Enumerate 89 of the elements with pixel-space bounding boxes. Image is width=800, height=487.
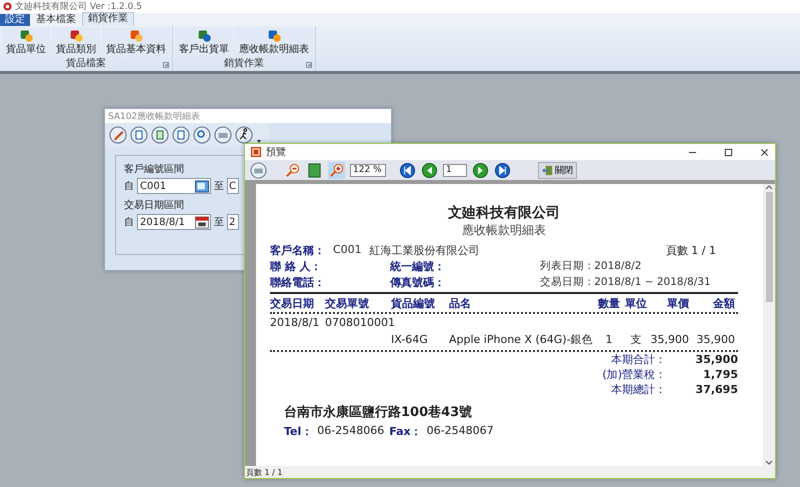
ribbon-button[interactable]: 貨品基本資料 — [102, 27, 170, 57]
close-button[interactable]: 關閉 — [538, 162, 577, 178]
column-header: 品名 — [449, 296, 472, 310]
column-header: 單價 — [666, 296, 689, 310]
info-label: 傳真號碼： — [390, 274, 446, 290]
preview-logo-icon — [251, 147, 261, 157]
ribbon-tab[interactable]: 基本檔案 — [31, 14, 81, 26]
ribbon-button[interactable]: 貨品單位 — [2, 27, 50, 57]
info-label: 聯絡電話： — [270, 274, 326, 290]
info-label: 聯 絡 人： — [270, 258, 323, 274]
to-label: 至 — [214, 216, 224, 229]
table-cell-text: 1 — [604, 333, 614, 346]
report-title: 應收帳款明細表 — [461, 222, 547, 239]
info-value: 交易日期 : 2018/8/1 ~ 2018/8/31 — [540, 275, 711, 289]
total-value: 35,900 — [694, 353, 738, 366]
previous-page-icon[interactable] — [421, 162, 438, 178]
ribbon-icon — [68, 28, 84, 43]
column-header: 數量 — [596, 296, 621, 310]
page-number-field[interactable]: 1 — [443, 164, 467, 176]
ribbon-button[interactable]: 客戶出貨單 — [175, 27, 233, 57]
vertical-scrollbar[interactable] — [763, 184, 775, 466]
zoom-in-icon[interactable] — [328, 162, 345, 178]
contact-label: Tel： — [284, 424, 312, 439]
to-field[interactable]: C — [227, 178, 239, 194]
table-cell-text: 35,900 — [696, 333, 735, 346]
launcher-icon[interactable] — [163, 62, 169, 68]
ribbon-button[interactable]: 貨品類別 — [52, 27, 100, 57]
ribbon-tab[interactable]: 設定 — [0, 14, 30, 26]
contact-value: 06-2548066 — [317, 424, 384, 439]
customer-name: 紅海工業股份有限公司 — [370, 242, 480, 258]
table-cell-text: 35,900 — [650, 333, 689, 346]
total-label: 本期總計： — [610, 382, 666, 397]
total-value: 1,795 — [702, 368, 738, 381]
last-page-icon[interactable] — [494, 162, 511, 178]
ribbon-icon — [128, 28, 144, 43]
table-cell-text: 支 — [630, 332, 642, 347]
range-label: 交易日期區間 — [124, 198, 184, 212]
ribbon-icon — [196, 28, 212, 43]
next-page-icon[interactable] — [472, 162, 489, 178]
window-title: 預覽 — [266, 146, 286, 159]
from-label: 自 — [124, 180, 134, 193]
to-label: 至 — [214, 180, 224, 193]
page-count: 頁數 1 / 1 — [666, 242, 716, 258]
table-cell-text: IX-64G — [391, 333, 429, 346]
total-value: 37,695 — [694, 383, 738, 396]
launcher-icon[interactable] — [306, 62, 312, 68]
scroll-up-icon[interactable] — [765, 184, 773, 190]
column-header: 交易日期 — [270, 296, 315, 310]
column-header: 貨品編號 — [391, 296, 436, 310]
lookup-icon[interactable] — [194, 180, 210, 192]
total-label: 本期合計： — [610, 352, 666, 367]
group-label: 銷貨作業 — [224, 58, 264, 70]
from-label: 自 — [124, 216, 134, 229]
close-icon[interactable] — [760, 148, 769, 156]
column-header: 金額 — [712, 296, 735, 310]
app-title: 文廸科技有限公司 Ver :1.2.0.5 — [15, 0, 142, 12]
column-header: 交易單號 — [325, 296, 370, 310]
address: 台南市永康區鹽行路100巷43號 — [284, 404, 474, 421]
zoom-field[interactable]: 122 % — [350, 164, 386, 176]
column-header: 單位 — [624, 296, 648, 310]
zoom-out-icon[interactable] — [284, 162, 301, 178]
range-label: 客戶編號區間 — [124, 162, 184, 176]
group-label: 貨品檔案 — [66, 58, 106, 70]
table-cell-text: Apple iPhone X (64G)-銀色 — [449, 332, 594, 347]
exit-icon — [542, 164, 553, 176]
ribbon-icon — [266, 28, 282, 43]
scroll-down-icon[interactable] — [765, 460, 773, 466]
dropdown-arrow-icon[interactable] — [256, 138, 262, 144]
maximize-icon[interactable] — [724, 148, 733, 156]
printer-icon[interactable] — [250, 162, 267, 178]
contact-value: 06-2548067 — [426, 424, 494, 439]
ribbon-icon — [18, 28, 34, 43]
customer-code: C001 — [333, 242, 362, 258]
info-label: 統一編號： — [390, 258, 446, 274]
contact-label: Fax： — [389, 424, 422, 439]
dialog-title: SA102應收帳款明細表 — [108, 110, 200, 122]
calendar-icon[interactable] — [194, 216, 210, 228]
ribbon-tab[interactable]: 銷貨作業 — [82, 12, 134, 26]
company-name: 文廸科技有限公司 — [447, 204, 561, 222]
info-value: 列表日期 : 2018/8/2 — [540, 259, 642, 273]
customer-label: 客戶名稱： — [270, 242, 325, 258]
first-page-icon[interactable] — [399, 162, 416, 178]
from-field[interactable]: C001 — [137, 178, 211, 194]
status-text: 頁數 1 / 1 — [246, 466, 283, 478]
toolbar-button[interactable] — [235, 126, 253, 144]
to-field[interactable]: 2 — [227, 214, 239, 230]
table-cell-text: 2018/8/1 — [270, 316, 320, 329]
total-label: (加)營業稅： — [601, 367, 666, 382]
from-field[interactable]: 2018/8/1 — [137, 214, 211, 230]
